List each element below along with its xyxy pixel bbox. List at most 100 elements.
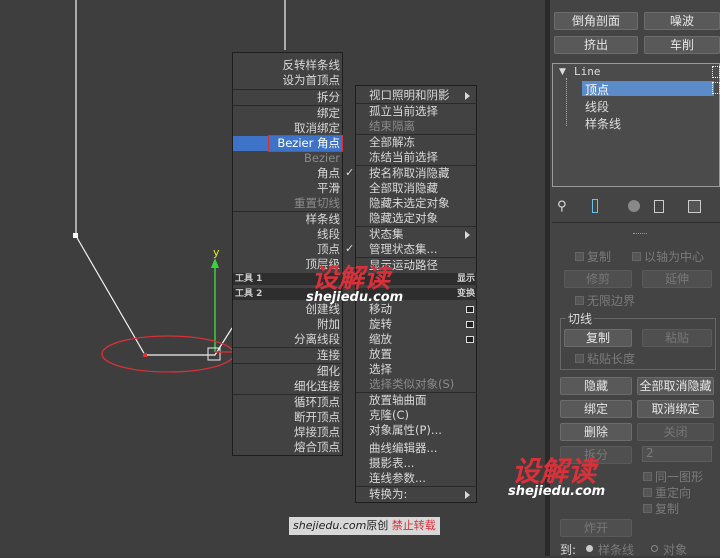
menu-item-rotate[interactable]: 旋转 bbox=[369, 317, 392, 332]
delete-button[interactable]: 删除 bbox=[560, 423, 632, 441]
stack-item-vertex[interactable]: 顶点 bbox=[585, 81, 609, 98]
menu-item-bezier[interactable]: Bezier bbox=[234, 151, 340, 166]
menu-item-manage-state-sets[interactable]: 管理状态集... bbox=[369, 242, 437, 257]
menu-item-refine-connect[interactable]: 细化连接 bbox=[234, 379, 340, 394]
menu-item-attach[interactable]: 附加 bbox=[234, 317, 340, 332]
menu-item-wire-parameters[interactable]: 连线参数... bbox=[369, 471, 426, 486]
configure-sets-icon[interactable] bbox=[688, 200, 701, 213]
same-shape-label: 同一图形 bbox=[655, 470, 704, 484]
vertex-marker bbox=[73, 233, 78, 238]
menu-item-reverse-spline[interactable]: 反转样条线 bbox=[234, 58, 341, 73]
menu-item-place-pivot[interactable]: 放置轴曲面 bbox=[369, 393, 427, 408]
divide-value: 2 bbox=[646, 446, 654, 460]
menu-item-isolate-selection[interactable]: 孤立当前选择 bbox=[369, 104, 438, 119]
menu-item-end-isolate[interactable]: 结束隔离 bbox=[369, 119, 415, 134]
light-bulb-icon[interactable] bbox=[712, 66, 720, 78]
copy2-checkbox[interactable] bbox=[643, 504, 652, 513]
menu-item-segment[interactable]: 线段 bbox=[234, 227, 340, 242]
copy-label: 复制 bbox=[587, 250, 612, 264]
infinite-bounds-checkbox[interactable] bbox=[575, 296, 584, 305]
menu-item-bind[interactable]: 绑定 bbox=[234, 106, 340, 121]
watermark-url-2: shejiedu.com bbox=[508, 484, 606, 499]
rollout-grip[interactable] bbox=[633, 233, 647, 236]
tangent-copy-button[interactable]: 复制 bbox=[564, 329, 632, 347]
menu-item-curve-editor[interactable]: 曲线编辑器... bbox=[369, 441, 437, 456]
copy-checkbox[interactable] bbox=[575, 252, 584, 261]
tangent-paste-button[interactable]: 粘贴 bbox=[642, 329, 712, 347]
lathe-button[interactable]: 车削 bbox=[644, 36, 720, 54]
menu-item-state-sets[interactable]: 状态集 bbox=[369, 227, 404, 242]
close-button[interactable]: 关闭 bbox=[637, 423, 714, 441]
menu-item-unhide-all[interactable]: 全部取消隐藏 bbox=[369, 181, 438, 196]
bind-button[interactable]: 绑定 bbox=[560, 400, 632, 418]
menu-item-freeze-selection[interactable]: 冻结当前选择 bbox=[369, 150, 438, 165]
menu-item-hide-selection[interactable]: 隐藏选定对象 bbox=[369, 211, 438, 226]
menu-item-corner[interactable]: 角点 bbox=[234, 166, 340, 181]
remove-modifier-icon[interactable] bbox=[654, 200, 664, 213]
menu-item-weld-vertex[interactable]: 焊接顶点 bbox=[234, 425, 340, 440]
menu-item-dope-sheet[interactable]: 摄影表... bbox=[369, 456, 414, 471]
radio-object[interactable] bbox=[651, 545, 658, 552]
menu-item-vertex[interactable]: 顶点 bbox=[234, 242, 340, 257]
stack-item-spline[interactable]: 样条线 bbox=[585, 115, 621, 132]
menu-item-viewport-lighting[interactable]: 视口照明和阴影 bbox=[369, 88, 450, 103]
menu-item-unbind[interactable]: 取消绑定 bbox=[234, 121, 340, 136]
check-icon: ✓ bbox=[345, 242, 355, 255]
menu-item-select[interactable]: 选择 bbox=[369, 362, 392, 377]
menu-item-object-properties[interactable]: 对象属性(P)... bbox=[369, 423, 442, 438]
radio-spline[interactable] bbox=[586, 545, 593, 552]
menu-item-make-first[interactable]: 设为首顶点 bbox=[234, 73, 341, 88]
menu-item-unfreeze-all[interactable]: 全部解冻 bbox=[369, 135, 415, 150]
menu-item-cycle-vertex[interactable]: 循环顶点 bbox=[234, 395, 340, 410]
gizmo-y-arrow bbox=[211, 258, 219, 268]
chamfer-profile-button[interactable]: 倒角剖面 bbox=[554, 12, 638, 30]
caption-original: 原创 bbox=[366, 519, 389, 532]
caption-bar: shejiedu.com原创 禁止转载 bbox=[289, 517, 440, 535]
menu-item-connect[interactable]: 连接 bbox=[234, 348, 340, 363]
hide-button[interactable]: 隐藏 bbox=[560, 377, 632, 395]
menu-item-clone[interactable]: 克隆(C) bbox=[369, 408, 409, 423]
menu-item-scale[interactable]: 缩放 bbox=[369, 332, 392, 347]
pin-stack-icon[interactable]: ⚲ bbox=[557, 199, 567, 214]
menu-item-fuse-vertex[interactable]: 熔合顶点 bbox=[234, 440, 340, 455]
reorient-checkbox[interactable] bbox=[643, 488, 652, 497]
menu-item-smooth[interactable]: 平滑 bbox=[234, 181, 340, 196]
stack-item-segment[interactable]: 线段 bbox=[585, 98, 609, 115]
extend-button[interactable]: 延伸 bbox=[642, 270, 712, 288]
expand-triangle-icon[interactable]: ▼ bbox=[559, 67, 566, 77]
settings-box-icon[interactable] bbox=[466, 336, 474, 343]
infinite-bounds-label: 无限边界 bbox=[587, 294, 636, 308]
unhide-all-button[interactable]: 全部取消隐藏 bbox=[637, 377, 714, 395]
stack-item-line[interactable]: Line bbox=[574, 65, 601, 78]
about-pivot-checkbox[interactable] bbox=[632, 252, 641, 261]
trim-button[interactable]: 修剪 bbox=[564, 270, 632, 288]
noise-button[interactable]: 噪波 bbox=[644, 12, 720, 30]
same-shape-checkbox[interactable] bbox=[643, 472, 652, 481]
unbind-button[interactable]: 取消绑定 bbox=[637, 400, 714, 418]
show-end-result-icon[interactable] bbox=[592, 199, 598, 213]
paste-length-checkbox[interactable] bbox=[575, 354, 584, 363]
settings-box-icon[interactable] bbox=[466, 321, 474, 328]
explode-button[interactable]: 炸开 bbox=[560, 519, 632, 537]
menu-item-break-vertex[interactable]: 断开顶点 bbox=[234, 410, 340, 425]
menu-item-hide-unselected[interactable]: 隐藏未选定对象 bbox=[369, 196, 450, 211]
menu-item-refine[interactable]: 细化 bbox=[234, 364, 340, 379]
menu-item-divide[interactable]: 拆分 bbox=[234, 90, 340, 105]
menu-item-reset-tangents[interactable]: 重置切线 bbox=[234, 196, 340, 211]
menu-item-detach-segment[interactable]: 分离线段 bbox=[234, 332, 340, 347]
submenu-arrow-icon bbox=[465, 231, 470, 239]
menu-item-place[interactable]: 放置 bbox=[369, 347, 392, 362]
menu-item-spline[interactable]: 样条线 bbox=[234, 212, 341, 227]
tangent-label: 切线 bbox=[566, 310, 595, 327]
reorient-label: 重定向 bbox=[655, 486, 692, 500]
make-unique-icon[interactable] bbox=[628, 200, 640, 212]
menu-item-select-similar[interactable]: 选择类似对象(S) bbox=[369, 377, 454, 392]
annotation-ellipse bbox=[101, 335, 235, 373]
submenu-arrow-icon bbox=[465, 92, 470, 100]
extrude-button[interactable]: 挤出 bbox=[554, 36, 638, 54]
light-bulb-icon[interactable] bbox=[712, 82, 720, 94]
vertex-marker bbox=[143, 353, 147, 357]
menu-item-convert-to[interactable]: 转换为: bbox=[369, 487, 407, 502]
menu-item-unhide-by-name[interactable]: 按名称取消隐藏 bbox=[369, 166, 450, 181]
settings-box-icon[interactable] bbox=[466, 306, 474, 313]
